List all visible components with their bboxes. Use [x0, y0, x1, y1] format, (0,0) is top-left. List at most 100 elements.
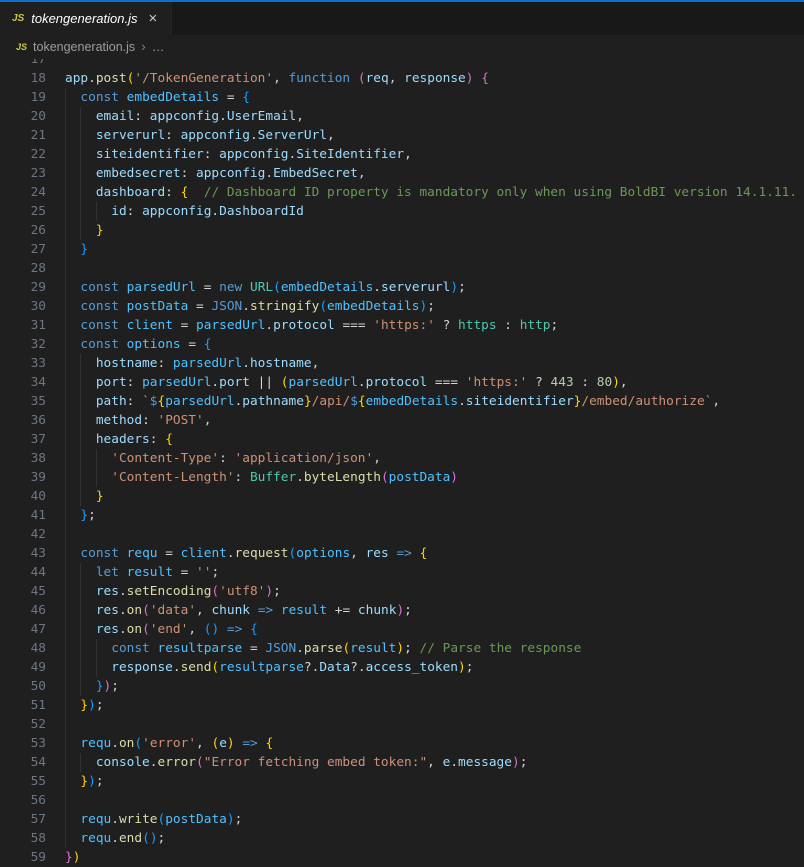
code-line[interactable]: 29 const parsedUrl = new URL(embedDetail… [0, 278, 804, 297]
line-number[interactable]: 48 [0, 639, 46, 658]
code-line[interactable]: 34 port: parsedUrl.port || (parsedUrl.pr… [0, 373, 804, 392]
code-text: 'Content-Type': 'application/json', [65, 449, 381, 468]
code-line[interactable]: 18app.post('/TokenGeneration', function … [0, 69, 804, 88]
line-number[interactable]: 41 [0, 506, 46, 525]
code-line[interactable]: 22 siteidentifier: appconfig.SiteIdentif… [0, 145, 804, 164]
code-line[interactable]: 37 headers: { [0, 430, 804, 449]
line-number[interactable]: 20 [0, 107, 46, 126]
line-number[interactable]: 24 [0, 183, 46, 202]
code-line[interactable]: 46 res.on('data', chunk => result += chu… [0, 601, 804, 620]
line-number[interactable]: 32 [0, 335, 46, 354]
code-line[interactable]: 35 path: `${parsedUrl.pathname}/api/${em… [0, 392, 804, 411]
code-line[interactable]: 20 email: appconfig.UserEmail, [0, 107, 804, 126]
code-line[interactable]: 43 const requ = client.request(options, … [0, 544, 804, 563]
line-number[interactable]: 35 [0, 392, 46, 411]
line-number[interactable]: 22 [0, 145, 46, 164]
code-editor[interactable]: 1718app.post('/TokenGeneration', functio… [0, 59, 804, 867]
code-text: let result = ''; [65, 563, 219, 582]
line-number[interactable]: 50 [0, 677, 46, 696]
code-line[interactable]: 41 }; [0, 506, 804, 525]
line-number[interactable]: 19 [0, 88, 46, 107]
code-text: id: appconfig.DashboardId [65, 202, 304, 221]
code-line[interactable]: 44 let result = ''; [0, 563, 804, 582]
code-line-partial[interactable]: 17 [0, 59, 804, 69]
code-line[interactable]: 59}) [0, 848, 804, 867]
line-number[interactable]: 18 [0, 69, 46, 88]
line-number[interactable]: 59 [0, 848, 46, 867]
line-number[interactable]: 28 [0, 259, 46, 278]
code-text: } [65, 240, 88, 259]
code-line[interactable]: 33 hostname: parsedUrl.hostname, [0, 354, 804, 373]
line-number[interactable]: 29 [0, 278, 46, 297]
code-line[interactable]: 19 const embedDetails = { [0, 88, 804, 107]
code-text: }); [65, 696, 104, 715]
code-line[interactable]: 40 } [0, 487, 804, 506]
line-number[interactable]: 25 [0, 202, 46, 221]
code-line[interactable]: 36 method: 'POST', [0, 411, 804, 430]
line-number[interactable]: 49 [0, 658, 46, 677]
line-number[interactable]: 57 [0, 810, 46, 829]
tab-close-icon[interactable]: × [144, 10, 161, 27]
code-line[interactable]: 42 [0, 525, 804, 544]
line-number[interactable]: 40 [0, 487, 46, 506]
breadcrumb: JS tokengeneration.js › … [0, 35, 804, 59]
line-number[interactable]: 17 [0, 59, 46, 69]
line-number[interactable]: 30 [0, 297, 46, 316]
line-number[interactable]: 52 [0, 715, 46, 734]
breadcrumb-file[interactable]: tokengeneration.js [33, 40, 135, 54]
line-number[interactable]: 21 [0, 126, 46, 145]
line-number[interactable]: 46 [0, 601, 46, 620]
line-number[interactable]: 34 [0, 373, 46, 392]
code-line[interactable]: 48 const resultparse = JSON.parse(result… [0, 639, 804, 658]
code-line[interactable]: 52 [0, 715, 804, 734]
code-line[interactable]: 27 } [0, 240, 804, 259]
code-line[interactable]: 32 const options = { [0, 335, 804, 354]
line-number[interactable]: 58 [0, 829, 46, 848]
code-line[interactable]: 50 }); [0, 677, 804, 696]
line-number[interactable]: 51 [0, 696, 46, 715]
line-number[interactable]: 42 [0, 525, 46, 544]
code-line[interactable]: 57 requ.write(postData); [0, 810, 804, 829]
code-line[interactable]: 51 }); [0, 696, 804, 715]
code-line[interactable]: 28 [0, 259, 804, 278]
line-number[interactable]: 23 [0, 164, 46, 183]
line-number[interactable]: 36 [0, 411, 46, 430]
line-number[interactable]: 33 [0, 354, 46, 373]
code-line[interactable]: 39 'Content-Length': Buffer.byteLength(p… [0, 468, 804, 487]
line-number[interactable]: 53 [0, 734, 46, 753]
line-number[interactable]: 31 [0, 316, 46, 335]
line-number[interactable]: 56 [0, 791, 46, 810]
code-line[interactable]: 53 requ.on('error', (e) => { [0, 734, 804, 753]
line-number[interactable]: 27 [0, 240, 46, 259]
line-number[interactable]: 55 [0, 772, 46, 791]
code-line[interactable]: 55 }); [0, 772, 804, 791]
line-number[interactable]: 39 [0, 468, 46, 487]
line-number[interactable]: 45 [0, 582, 46, 601]
tab-tokengeneration[interactable]: JS tokengeneration.js × [0, 2, 172, 35]
code-line[interactable]: 26 } [0, 221, 804, 240]
line-number[interactable]: 47 [0, 620, 46, 639]
code-line[interactable]: 56 [0, 791, 804, 810]
code-text: 'Content-Length': Buffer.byteLength(post… [65, 468, 458, 487]
code-line[interactable]: 38 'Content-Type': 'application/json', [0, 449, 804, 468]
line-number[interactable]: 54 [0, 753, 46, 772]
line-number[interactable]: 26 [0, 221, 46, 240]
line-number[interactable]: 37 [0, 430, 46, 449]
line-number[interactable]: 38 [0, 449, 46, 468]
code-line[interactable]: 25 id: appconfig.DashboardId [0, 202, 804, 221]
code-line[interactable]: 24 dashboard: { // Dashboard ID property… [0, 183, 804, 202]
code-line[interactable]: 45 res.setEncoding('utf8'); [0, 582, 804, 601]
line-number[interactable]: 44 [0, 563, 46, 582]
code-line[interactable]: 23 embedsecret: appconfig.EmbedSecret, [0, 164, 804, 183]
code-line[interactable]: 49 response.send(resultparse?.Data?.acce… [0, 658, 804, 677]
code-line[interactable]: 54 console.error("Error fetching embed t… [0, 753, 804, 772]
breadcrumb-symbol-ellipsis[interactable]: … [152, 40, 165, 54]
code-line[interactable]: 58 requ.end(); [0, 829, 804, 848]
code-line[interactable]: 30 const postData = JSON.stringify(embed… [0, 297, 804, 316]
code-line[interactable]: 21 serverurl: appconfig.ServerUrl, [0, 126, 804, 145]
code-line[interactable]: 47 res.on('end', () => { [0, 620, 804, 639]
code-line[interactable]: 31 const client = parsedUrl.protocol ===… [0, 316, 804, 335]
chevron-right-icon: › [141, 38, 146, 54]
line-number[interactable]: 43 [0, 544, 46, 563]
code-text: }) [65, 848, 80, 867]
